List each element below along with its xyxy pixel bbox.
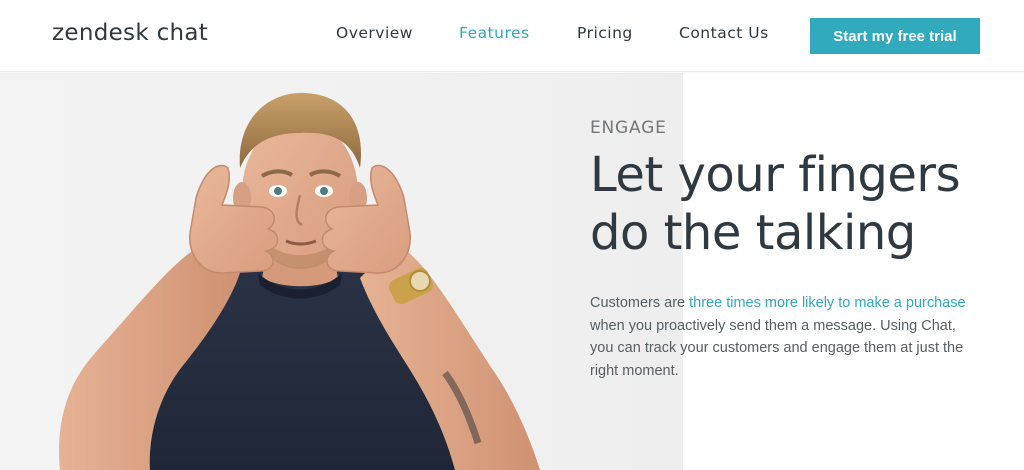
start-free-trial-button[interactable]: Start my free trial — [810, 18, 980, 54]
body-text-part-2: when you proactively send them a message… — [590, 317, 964, 379]
headline-line-1: Let your fingers — [590, 147, 961, 203]
nav-contact-us[interactable]: Contact Us — [679, 24, 769, 42]
hero-headline: Let your fingers do the talking — [590, 146, 1010, 262]
man-thumbs-up-photo — [59, 92, 540, 470]
body-text-part-1: Customers are — [590, 295, 690, 311]
hero-body-text: Customers are three times more likely to… — [590, 292, 970, 382]
site-header: zendesk chat Overview Features Pricing C… — [0, 0, 1024, 72]
page: zendesk chat Overview Features Pricing C… — [0, 0, 1024, 470]
headline-line-2: do the talking — [590, 205, 916, 261]
section-eyebrow: ENGAGE — [590, 118, 667, 138]
likely-to-purchase-link[interactable]: three times more likely to make a purcha… — [689, 295, 965, 311]
zendesk-chat-logo[interactable]: zendesk chat — [52, 20, 208, 46]
nav-pricing[interactable]: Pricing — [577, 24, 633, 42]
nav-features[interactable]: Features — [459, 24, 530, 42]
nav-overview[interactable]: Overview — [336, 24, 413, 42]
